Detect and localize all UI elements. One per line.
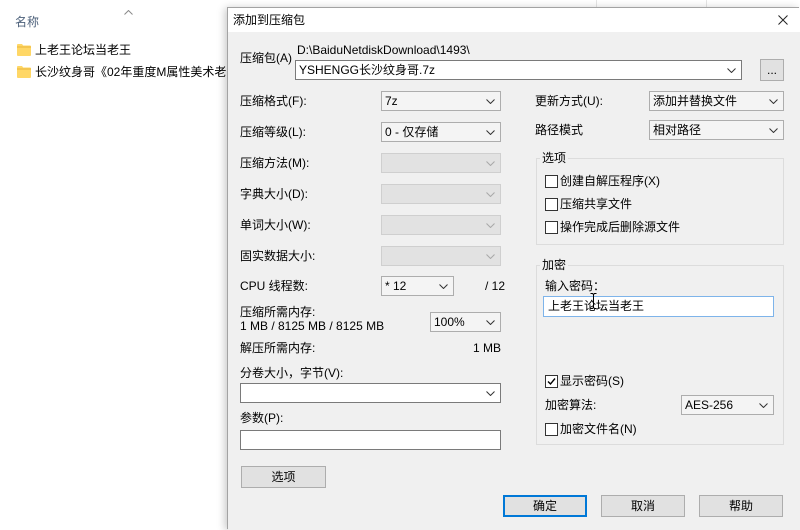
- password-input[interactable]: 上老王论坛当老王: [543, 296, 774, 317]
- list-item[interactable]: 长沙纹身哥《02年重度M属性美术老师...: [0, 63, 260, 81]
- archive-format-select[interactable]: 7z: [381, 91, 501, 111]
- chevron-down-icon: [486, 254, 495, 259]
- chevron-down-icon: [759, 403, 768, 408]
- decompression-memory-value: 1 MB: [472, 341, 501, 355]
- close-icon: [778, 15, 788, 25]
- sfx-checkbox[interactable]: [545, 175, 558, 188]
- chevron-down-icon: [769, 128, 778, 133]
- compression-level-select[interactable]: 0 - 仅存储: [381, 122, 501, 142]
- format-label: 压缩格式(F):: [240, 94, 307, 108]
- path-mode-value: 相对路径: [653, 123, 702, 137]
- parameters-label: 参数(P):: [240, 411, 284, 425]
- method-label: 压缩方法(M):: [240, 156, 310, 170]
- dialog-title: 添加到压缩包: [233, 13, 306, 27]
- text-cursor-icon: [590, 293, 597, 309]
- sfx-checkbox-label[interactable]: 创建自解压程序(X): [560, 173, 660, 189]
- encryption-group-title: 加密: [540, 257, 569, 273]
- parameters-input[interactable]: [240, 430, 501, 450]
- chevron-down-icon: [769, 99, 778, 104]
- options-button[interactable]: 选项: [241, 466, 326, 488]
- volume-size-label: 分卷大小，字节(V):: [240, 366, 344, 380]
- list-item-name: 长沙纹身哥《02年重度M属性美术老师...: [35, 65, 249, 79]
- sort-chevron-up-icon[interactable]: [124, 10, 133, 15]
- solid-block-size-label: 固实数据大小:: [240, 249, 316, 263]
- delete-after-checkbox[interactable]: [545, 221, 558, 234]
- chevron-down-icon[interactable]: [727, 68, 736, 73]
- volume-size-combobox[interactable]: [240, 383, 501, 403]
- decompression-memory-label: 解压所需内存:: [240, 341, 316, 355]
- encryption-method-value: AES-256: [685, 398, 734, 412]
- archive-format-value: 7z: [385, 94, 398, 108]
- cpu-threads-label: CPU 线程数:: [240, 279, 309, 293]
- show-password-checkbox[interactable]: [545, 375, 558, 388]
- encryption-method-label: 加密算法:: [545, 398, 597, 412]
- solid-block-size-select: [381, 246, 501, 266]
- close-button[interactable]: [760, 8, 800, 32]
- word-size-label: 单词大小(W):: [240, 218, 311, 232]
- compression-method-select: [381, 153, 501, 173]
- encrypt-file-names-label[interactable]: 加密文件名(N): [560, 421, 637, 437]
- chevron-down-icon: [486, 99, 495, 104]
- password-label: 输入密码：: [545, 279, 606, 293]
- compression-level-value: 0 - 仅存储: [385, 125, 439, 139]
- chevron-down-icon: [486, 320, 495, 325]
- shared-files-checkbox[interactable]: [545, 198, 558, 211]
- help-button[interactable]: 帮助: [699, 495, 783, 517]
- title-bar[interactable]: 添加到压缩包: [228, 8, 800, 32]
- list-item-name: 上老王论坛当老王: [35, 43, 132, 57]
- encrypt-file-names-checkbox[interactable]: [545, 423, 558, 436]
- cpu-threads-value: * 12: [385, 279, 407, 293]
- browse-button[interactable]: ...: [760, 59, 784, 81]
- archive-name-combobox[interactable]: YSHENGG长沙纹身哥.7z: [295, 60, 742, 80]
- chevron-down-icon: [486, 161, 495, 166]
- chevron-down-icon: [486, 192, 495, 197]
- delete-after-checkbox-label[interactable]: 操作完成后删除源文件: [560, 219, 680, 235]
- cancel-button[interactable]: 取消: [601, 495, 685, 517]
- list-item[interactable]: 上老王论坛当老王: [0, 41, 260, 59]
- word-size-select: [381, 215, 501, 235]
- folder-icon: [17, 66, 31, 78]
- column-header-name[interactable]: 名称: [15, 14, 39, 30]
- dictionary-size-select: [381, 184, 501, 204]
- folder-icon: [17, 44, 31, 56]
- options-group-title: 选项: [540, 150, 569, 166]
- chevron-down-icon[interactable]: [486, 391, 495, 396]
- ok-button[interactable]: 确定: [503, 495, 587, 517]
- path-mode-label: 路径模式: [535, 123, 584, 137]
- show-password-label[interactable]: 显示密码(S): [560, 373, 624, 389]
- archive-name-value: YSHENGG长沙纹身哥.7z: [299, 63, 436, 77]
- cpu-threads-max: / 12: [485, 279, 506, 293]
- add-to-archive-dialog: 添加到压缩包 压缩包(A) D:\BaiduNetdiskDownload\14…: [228, 8, 800, 530]
- chevron-down-icon: [486, 130, 495, 135]
- encryption-method-select[interactable]: AES-256: [681, 395, 774, 415]
- dictionary-size-label: 字典大小(D):: [240, 187, 308, 201]
- update-mode-value: 添加并替换文件: [653, 94, 738, 108]
- chevron-down-icon: [486, 223, 495, 228]
- update-mode-label: 更新方式(U):: [535, 94, 603, 108]
- memory-usage-select[interactable]: 100%: [430, 312, 501, 332]
- checkmark-icon: [547, 378, 556, 386]
- chevron-down-icon: [439, 284, 448, 289]
- path-mode-select[interactable]: 相对路径: [649, 120, 784, 140]
- level-label: 压缩等级(L):: [240, 125, 307, 139]
- compression-memory-usage: 1 MB / 8125 MB / 8125 MB: [240, 319, 385, 333]
- archive-label: 压缩包(A): [240, 51, 292, 65]
- archive-path: D:\BaiduNetdiskDownload\1493\: [297, 43, 470, 57]
- cpu-threads-select[interactable]: * 12: [381, 276, 454, 296]
- update-mode-select[interactable]: 添加并替换文件: [649, 91, 784, 111]
- memory-usage-value: 100%: [434, 315, 465, 329]
- shared-files-checkbox-label[interactable]: 压缩共享文件: [560, 196, 632, 212]
